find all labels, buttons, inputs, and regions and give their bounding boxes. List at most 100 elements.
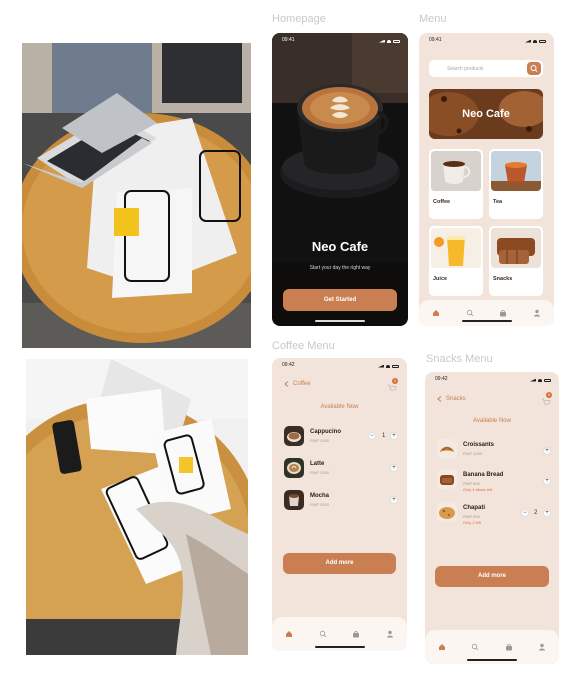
nav-bag-icon[interactable] (505, 643, 513, 651)
list-item[interactable]: Croissants RWF 1000 + (437, 439, 551, 461)
item-price: RWF 800 (463, 481, 480, 486)
battery-icon (544, 378, 551, 382)
increment-button[interactable]: + (543, 509, 551, 517)
status-time: 09:41 (429, 37, 442, 43)
nav-user-icon[interactable] (386, 630, 394, 638)
nav-bag-icon[interactable] (352, 630, 360, 638)
snacks-image (491, 228, 541, 268)
nav-home-icon[interactable] (432, 309, 440, 317)
decrement-button[interactable]: − (368, 432, 376, 440)
label-homepage: Homepage (272, 13, 326, 25)
item-price: RWF 1000 (463, 451, 483, 456)
menu-screen: 09:41 Search products Neo Cafe Coffee Te… (419, 33, 554, 326)
list-item[interactable]: Banana Bread RWF 800 Only 4 slices left … (437, 469, 551, 492)
battery-icon (393, 39, 400, 43)
add-button[interactable]: + (543, 447, 551, 455)
search-icon (530, 65, 538, 72)
label-coffee-menu: Coffee Menu (272, 340, 335, 352)
item-name: Chapati (463, 505, 486, 511)
list-item[interactable]: Chapati RWF 500 Only 2 left − 2 + (437, 502, 551, 525)
tea-image (491, 151, 541, 191)
decrement-button[interactable]: − (521, 509, 529, 517)
cart-button[interactable]: 3 (541, 392, 552, 405)
add-button[interactable]: + (543, 477, 551, 485)
coffee-hero-image (272, 33, 408, 263)
stock-warning: Only 4 slices left (463, 487, 493, 492)
item-price: RWF 3000 (310, 502, 330, 507)
nav-search-icon[interactable] (319, 630, 327, 638)
back-label: Coffee (293, 381, 311, 387)
homepage-screen: 09:41 Neo Cafe Start your day the right … (272, 33, 408, 326)
banner-title: Neo Cafe (462, 108, 510, 120)
list-item[interactable]: Mocha RWF 3000 + (284, 490, 398, 512)
home-indicator (461, 320, 512, 322)
category-tile-coffee[interactable]: Coffee (429, 149, 483, 219)
status-bar: 09:42 (425, 372, 559, 384)
nav-bag-icon[interactable] (499, 309, 507, 317)
item-name: Cappucino (310, 429, 341, 435)
battery-icon (539, 39, 546, 43)
banana-bread-image (437, 469, 457, 489)
get-started-button[interactable]: Get Started (283, 289, 397, 311)
cart-badge: 1 (392, 378, 398, 384)
add-more-button[interactable]: Add more (435, 566, 549, 587)
wifi-icon (386, 364, 390, 368)
signal-icon (379, 39, 385, 43)
chevron-left-icon (284, 381, 289, 387)
bottom-nav (419, 300, 554, 326)
category-tile-juice[interactable]: Juice (429, 226, 483, 296)
coffee-menu-screen: 09:42 Coffee 1 Available Now Cappucino R… (272, 358, 407, 651)
back-button[interactable]: Snacks (437, 396, 466, 402)
wifi-icon (538, 378, 542, 382)
signal-icon (378, 364, 384, 368)
add-button[interactable]: + (390, 464, 398, 472)
nav-user-icon[interactable] (533, 309, 541, 317)
item-quantity: 1 (382, 433, 386, 439)
nav-home-icon[interactable] (285, 630, 293, 638)
homepage-title: Neo Cafe (311, 239, 369, 254)
category-tile-snacks[interactable]: Snacks (489, 226, 543, 296)
nav-search-icon[interactable] (471, 643, 479, 651)
home-indicator (467, 659, 517, 661)
coffee-image (431, 151, 481, 191)
back-button[interactable]: Coffee (284, 381, 311, 387)
nav-user-icon[interactable] (538, 643, 546, 651)
status-time: 09:41 (282, 37, 295, 43)
category-tile-tea[interactable]: Tea (489, 149, 543, 219)
tile-label: Tea (493, 199, 503, 205)
latte-image (284, 458, 304, 478)
chapati-image (437, 502, 457, 522)
battery-icon (392, 364, 399, 368)
search-input[interactable]: Search products (447, 66, 483, 72)
juice-image (431, 228, 481, 268)
status-time: 09:42 (282, 362, 295, 368)
list-item[interactable]: Cappucino RWF 2000 − 1 + (284, 426, 398, 448)
item-name: Banana Bread (463, 472, 504, 478)
photo-top-scene (22, 43, 251, 348)
home-indicator (315, 320, 365, 322)
item-name: Croissants (463, 442, 495, 448)
stock-warning: Only 2 left (463, 520, 482, 525)
nav-search-icon[interactable] (466, 309, 474, 317)
available-heading: Available Now (473, 418, 511, 424)
promo-banner[interactable]: Neo Cafe (429, 89, 543, 139)
croissants-image (437, 439, 457, 459)
nav-home-icon[interactable] (438, 643, 446, 651)
cart-badge: 3 (546, 392, 552, 398)
search-bar[interactable]: Search products (429, 60, 543, 77)
cappucino-image (284, 426, 304, 446)
label-snacks-menu: Snacks Menu (426, 353, 493, 365)
cart-button[interactable]: 1 (387, 378, 398, 391)
add-button[interactable]: + (390, 496, 398, 504)
photo-bottom-scene (26, 359, 248, 655)
search-button[interactable] (527, 62, 541, 75)
photo-top (22, 43, 251, 348)
homepage-subtitle: Start your day the right way (309, 265, 371, 271)
photo-bottom (26, 359, 248, 655)
available-heading: Available Now (320, 404, 359, 410)
mocha-image (284, 490, 304, 510)
list-item[interactable]: Latte RWF 2500 + (284, 458, 398, 480)
increment-button[interactable]: + (390, 432, 398, 440)
add-more-button[interactable]: Add more (283, 553, 396, 574)
cart-icon (388, 384, 397, 391)
